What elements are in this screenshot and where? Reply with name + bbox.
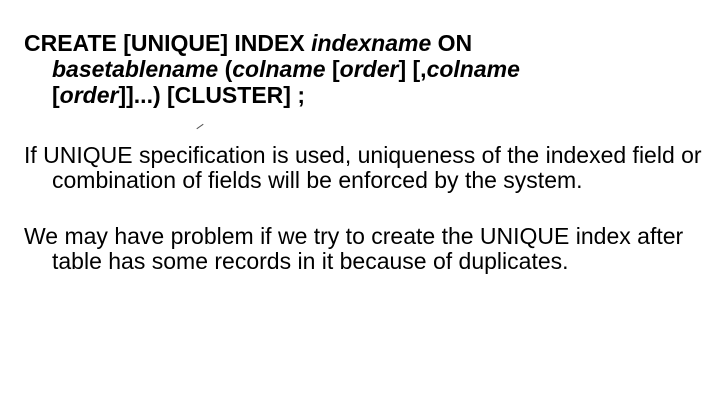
syntax-indexname: indexname (311, 30, 432, 56)
syntax-colname-1: colname (232, 56, 326, 82)
sql-syntax: CREATE [UNIQUE] INDEX indexname ON baseta… (24, 30, 712, 108)
syntax-colname-2: colname (426, 56, 520, 82)
syntax-bracket-1: [ (325, 56, 340, 82)
syntax-order-2: order (59, 82, 119, 108)
syntax-basetablename: basetablename (52, 56, 219, 82)
syntax-open-paren: ( (218, 56, 233, 82)
syntax-bracket-2: [ (52, 82, 60, 108)
paragraph-unique-spec: If UNIQUE specification is used, uniquen… (24, 142, 702, 193)
stray-mark-decoration (196, 123, 204, 130)
slide: CREATE [UNIQUE] INDEX indexname ON baseta… (0, 0, 716, 414)
paragraph-duplicates-problem: We may have problem if we try to create … (24, 223, 684, 274)
syntax-create-keyword: CREATE [UNIQUE] INDEX (24, 30, 312, 56)
syntax-on-keyword: ON (431, 30, 473, 56)
syntax-tail: ]]...) [CLUSTER] ; (118, 82, 305, 108)
syntax-order-1: order (339, 56, 399, 82)
syntax-bracket-mid: ] [, (398, 56, 427, 82)
